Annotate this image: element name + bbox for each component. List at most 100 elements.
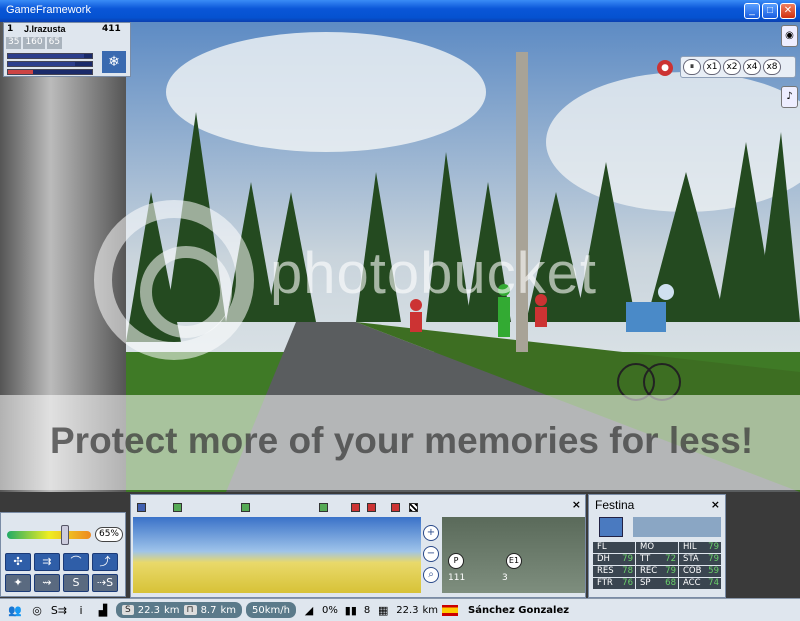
rider-number: 411 [102, 24, 121, 34]
pause-button[interactable]: ⏸ [683, 59, 701, 75]
window-title: GameFramework [6, 4, 91, 16]
close-button[interactable]: ✕ [780, 3, 796, 19]
close-icon[interactable]: × [572, 498, 581, 511]
rider-stat: 35 [6, 37, 22, 49]
zoom-fit-icon[interactable]: ⌕ [423, 567, 439, 583]
climb-marker-icon [391, 503, 400, 512]
jersey-icon [599, 517, 623, 537]
attribute-key: SP [638, 578, 653, 589]
map-node: E1 [506, 553, 522, 569]
tactic-icon[interactable]: S [63, 574, 89, 592]
stamina-bar [7, 61, 93, 67]
attribute-value: 68 [665, 578, 676, 588]
attribute-cell: ACC 74 [679, 578, 721, 589]
attribute-cell: FL [593, 542, 635, 553]
tactics-buttons: ✣ ⇉ ⌒ ⤴ ✦ ⇝ S ⇢S [5, 553, 123, 592]
climb-marker-icon [351, 503, 360, 512]
distance-left: 8.7 [200, 604, 217, 616]
rider-name: J.Irazusta [24, 24, 66, 34]
stage-profile-view[interactable] [133, 517, 421, 593]
attribute-value: 72 [665, 554, 676, 564]
team-name: Festina [595, 498, 635, 512]
tactic-icon[interactable]: ⤴ [92, 553, 118, 571]
sprint-marker-icon [241, 503, 250, 512]
record-icon[interactable]: ● [657, 60, 673, 76]
effort-slider[interactable] [7, 531, 91, 539]
sprint-marker-icon [319, 503, 328, 512]
maximize-button[interactable]: □ [762, 3, 778, 19]
attribute-cell: DH 79 [593, 554, 635, 565]
riders-icon[interactable]: 👥 [6, 604, 24, 617]
rider-panel[interactable]: 1 J.Irazusta 411 35 160 65 ❄ [3, 22, 131, 77]
info-icon[interactable]: i [72, 604, 90, 617]
effort-slider-knob[interactable] [61, 525, 69, 545]
rider-attributes-table: FL MO HIL 79 DH 79 TT 72 STA 79 RES 78 REC 79 COB 59 FTR… [593, 542, 723, 589]
group-icon: ▮▮ [344, 603, 357, 617]
zoom-out-icon[interactable]: − [423, 546, 439, 562]
selected-rider-name: Sánchez Gonzalez [468, 604, 570, 616]
speed-x8-button[interactable]: x8 [763, 59, 781, 75]
tactic-icon[interactable]: ✦ [5, 574, 31, 592]
distance-unit: km [163, 604, 180, 616]
speed-x4-button[interactable]: x4 [743, 59, 761, 75]
attribute-cell: REC 79 [636, 566, 678, 577]
profile-markers [131, 503, 421, 517]
tactic-icon[interactable]: ⌒ [63, 553, 89, 571]
map-node: P [448, 553, 464, 569]
attribute-key: STA [681, 554, 701, 565]
start-icon: S [122, 605, 134, 615]
group-count: 8 [363, 604, 371, 616]
radio-icon[interactable]: ◎ [28, 604, 46, 617]
speed-x2-button[interactable]: x2 [723, 59, 741, 75]
profile-icon[interactable]: ▟ [94, 604, 112, 617]
remaining-icon: ⊓ [183, 605, 197, 615]
attribute-key: DH [595, 554, 612, 565]
attribute-key: COB [681, 566, 704, 577]
speed-x1-button[interactable]: x1 [703, 59, 721, 75]
rider-stat: 160 [23, 37, 45, 49]
attribute-value: 76 [622, 578, 633, 588]
attribute-key: TT [638, 554, 653, 565]
attribute-cell: STA 79 [679, 554, 721, 565]
zoom-controls: + − ⌕ [423, 525, 439, 583]
team-order-icon[interactable]: ❄ [102, 51, 126, 73]
start-marker-icon [137, 503, 146, 512]
status-bar: 👥 ◎ S⇉ i ▟ S 22.3 km ⊓ 8.7 km 50km/h ◢ 0… [0, 598, 800, 621]
game-speed-controls: ⏸ x1 x2 x4 x8 [680, 56, 796, 78]
attribute-value: 79 [708, 554, 719, 564]
watermark-logo [94, 200, 254, 360]
rider-stat: 65 [46, 37, 63, 49]
attribute-key: FL [595, 542, 609, 553]
sprint-marker-icon [173, 503, 182, 512]
distance-unit: km [422, 604, 439, 616]
minimize-button[interactable]: _ [744, 3, 760, 19]
attribute-cell: RES 78 [593, 566, 635, 577]
gradient-icon: ◢ [304, 603, 314, 617]
gradient-value: 0% [321, 604, 338, 616]
stage-profile-panel: × + − ⌕ P E1 111 3 [130, 494, 586, 598]
tactic-icon[interactable]: ⇝ [34, 574, 60, 592]
tactic-icon[interactable]: ✣ [5, 553, 31, 571]
camera-icon[interactable]: ◉ [781, 25, 798, 47]
attribute-value: 78 [622, 566, 633, 576]
attribute-cell: SP 68 [636, 578, 678, 589]
close-icon[interactable]: × [711, 498, 720, 511]
attribute-cell: MO [636, 542, 678, 553]
attribute-key: HIL [681, 542, 699, 553]
attribute-value: 79 [665, 566, 676, 576]
total-distance: 22.3 [396, 604, 419, 616]
attribute-value: 74 [708, 578, 719, 588]
tactic-icon[interactable]: ⇉ [34, 553, 60, 571]
speed-value: 50km/h [252, 604, 290, 616]
attribute-key: ACC [681, 578, 703, 589]
attribute-key: RES [595, 566, 616, 577]
rider-position: 1 [7, 24, 14, 34]
finish-flag-icon: ▦ [378, 603, 389, 617]
distance-unit: km [220, 604, 237, 616]
tactic-icon[interactable]: ⇢S [92, 574, 118, 592]
distance-done: 22.3 [137, 604, 160, 616]
route-map[interactable]: P E1 111 3 [442, 517, 585, 593]
zoom-in-icon[interactable]: + [423, 525, 439, 541]
music-icon[interactable]: ♪ [781, 86, 798, 108]
strategy-icon[interactable]: S⇉ [50, 604, 68, 617]
